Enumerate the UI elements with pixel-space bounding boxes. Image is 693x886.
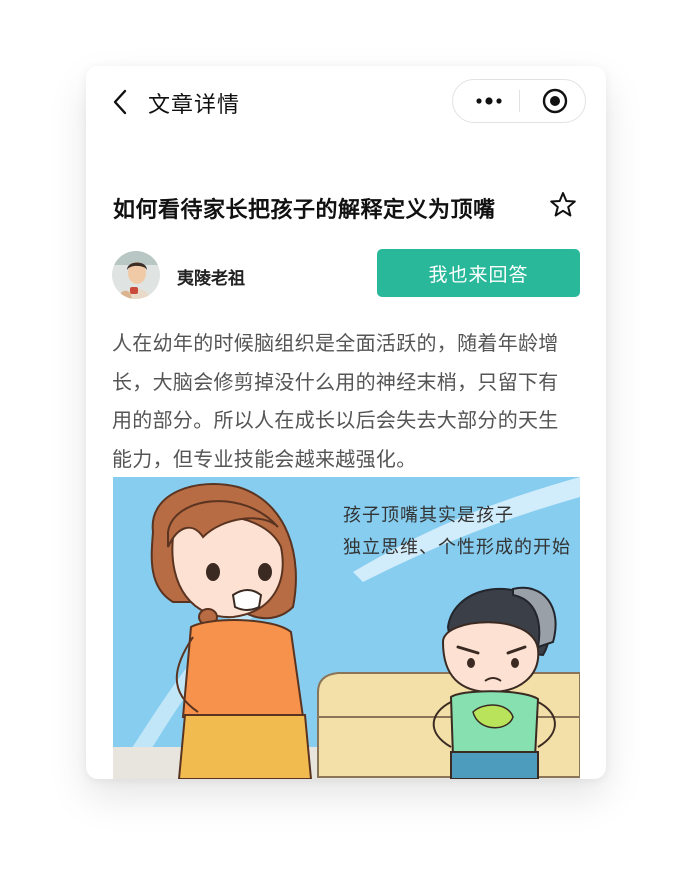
body-line: 人在幼年的时候脑组织是全面活跃的，随着年龄增 [112,331,559,355]
chevron-left-icon [113,89,127,115]
illustration-caption: 独立思维、个性形成的开始 [343,537,571,558]
close-mini-program-button[interactable] [531,80,581,122]
page-title: 文章详情 [148,93,241,118]
star-outline-icon [550,192,576,217]
author-name[interactable]: 夷陵老祖 [177,264,245,289]
back-button[interactable] [110,86,132,118]
mini-program-capsule [452,79,586,123]
navigation-bar: 文章详情 [86,66,606,140]
target-close-icon [542,88,568,114]
body-line: 能力，但专业技能会越来越强化。 [112,446,417,471]
more-button[interactable] [463,80,515,122]
illustration-caption: 孩子顶嘴其实是孩子 [343,505,514,526]
article-illustration: 孩子顶嘴其实是孩子 独立思维、个性形成的开始 [113,477,580,779]
article-title: 如何看待家长把孩子的解释定义为顶嘴 [113,198,496,223]
more-dots-icon [476,97,502,105]
author-avatar[interactable] [112,251,160,299]
body-line: 用的部分。所以人在成长以后会失去大部分的天生 [112,408,559,433]
body-line: 长，大脑会修剪掉没什么用的神经末梢，只留下有 [112,369,559,394]
article-body: 人在幼年的时候脑组织是全面活跃的，随着年龄增 长，大脑会修剪掉没什么用的神经末梢… [112,324,582,478]
capsule-divider [519,90,520,112]
answer-button[interactable]: 我也来回答 [377,249,580,297]
favorite-button[interactable] [548,190,578,220]
user-avatar [112,251,160,299]
article-detail-card: 文章详情 如何看待家长把孩子的解释定义为顶嘴 夷陵老祖 我也来回答 人在幼年的时… [86,66,606,779]
